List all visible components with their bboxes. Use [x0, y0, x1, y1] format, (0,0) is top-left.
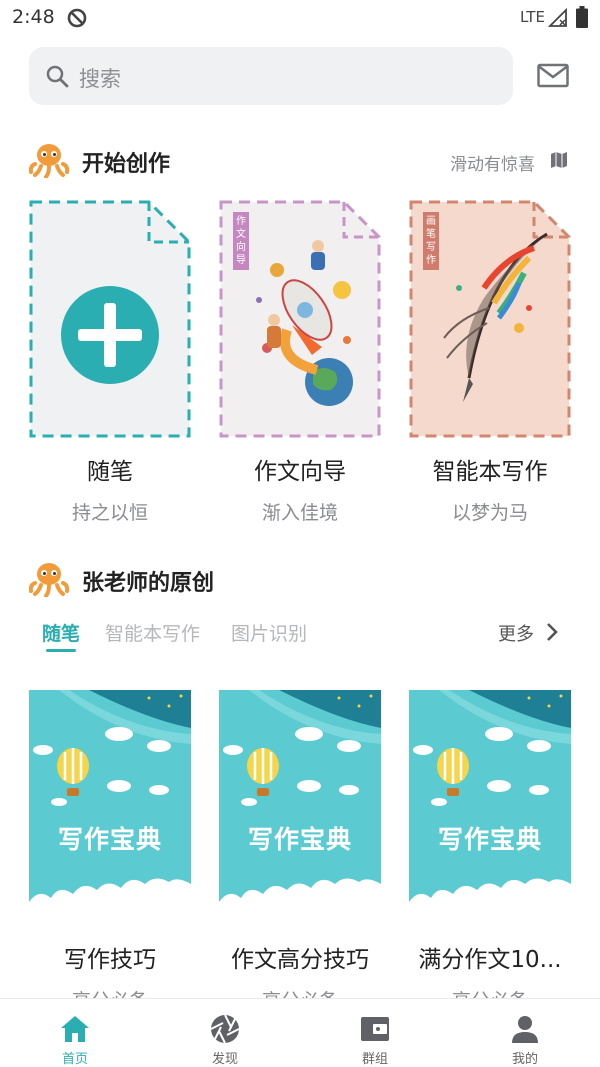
- smart-notebook-card[interactable]: 画笔写作: [409, 200, 571, 438]
- signal-icon: [548, 8, 567, 27]
- original-cover[interactable]: 写作宝典: [219, 690, 381, 924]
- status-time: 2:48: [12, 6, 55, 28]
- search-placeholder: 搜索: [79, 67, 121, 91]
- slide-hint[interactable]: 滑动有惊喜: [450, 150, 535, 175]
- sync-off-icon: [67, 8, 87, 28]
- nav-profile[interactable]: 我的: [450, 999, 600, 1067]
- cover-art: [29, 690, 191, 924]
- card-subtitle: 持之以恒: [71, 502, 148, 524]
- card-subtitle: 渐入佳境: [261, 502, 338, 524]
- card-label: 作文向导: [254, 459, 346, 485]
- new-essay-card[interactable]: [29, 200, 191, 438]
- original-cover[interactable]: 写作宝典: [29, 690, 191, 924]
- nav-home[interactable]: 首页: [0, 999, 150, 1067]
- section-title: 开始创作: [82, 152, 171, 177]
- tab-essay[interactable]: 随笔: [42, 619, 80, 646]
- wallet-icon: [361, 1017, 389, 1041]
- cover-art: [409, 690, 571, 924]
- home-icon: [61, 1016, 89, 1042]
- card-label: 随笔: [87, 459, 133, 485]
- tab-image-recognition[interactable]: 图片识别: [231, 619, 307, 646]
- nav-groups[interactable]: 群组: [300, 999, 450, 1067]
- rocket-illustration: [256, 240, 353, 406]
- aperture-icon: [210, 1014, 240, 1044]
- search-icon: [46, 65, 69, 88]
- cover-art: [219, 690, 381, 924]
- cover-title: 作文高分技巧: [231, 947, 369, 973]
- map-icon[interactable]: [550, 151, 568, 169]
- person-icon: [512, 1016, 538, 1043]
- active-tab-indicator: [46, 649, 76, 652]
- chevron-right-icon[interactable]: [545, 622, 559, 642]
- original-cover[interactable]: 写作宝典: [409, 690, 571, 924]
- nav-label: 群组: [361, 1052, 388, 1067]
- start-section-header: 开始创作 滑动有惊喜: [29, 142, 589, 182]
- cover-text: 写作宝典: [437, 825, 542, 854]
- nav-discover[interactable]: 发现: [150, 999, 300, 1067]
- search-bar[interactable]: 搜索: [29, 47, 513, 105]
- network-type: LTE: [520, 8, 545, 26]
- nav-label: 发现: [211, 1052, 238, 1067]
- bottom-navigation: 首页 发现 群组 我的: [0, 998, 600, 1067]
- cover-title: 写作技巧: [64, 947, 156, 973]
- cover-title: 满分作文10...: [418, 947, 562, 973]
- octopus-mascot-icon: [29, 144, 69, 178]
- status-bar: 2:48 LTE: [0, 0, 600, 36]
- octopus-mascot-icon: [29, 563, 69, 597]
- card-subtitle: 以梦为马: [451, 502, 528, 524]
- battery-icon: [576, 6, 588, 28]
- essay-guide-card[interactable]: 作文向导: [219, 200, 381, 438]
- mail-icon[interactable]: [537, 62, 569, 90]
- card-label: 智能本写作: [432, 459, 548, 485]
- original-section-header: 张老师的原创: [29, 561, 589, 601]
- tab-smart-notebook[interactable]: 智能本写作: [105, 619, 200, 646]
- add-icon: [61, 286, 159, 384]
- nav-label: 首页: [61, 1052, 88, 1067]
- cover-text: 写作宝典: [247, 825, 352, 854]
- nav-label: 我的: [511, 1052, 538, 1067]
- quill-illustration: [443, 232, 548, 402]
- cover-text: 写作宝典: [57, 825, 162, 854]
- section-title: 张老师的原创: [82, 571, 215, 596]
- more-link[interactable]: 更多: [498, 620, 534, 646]
